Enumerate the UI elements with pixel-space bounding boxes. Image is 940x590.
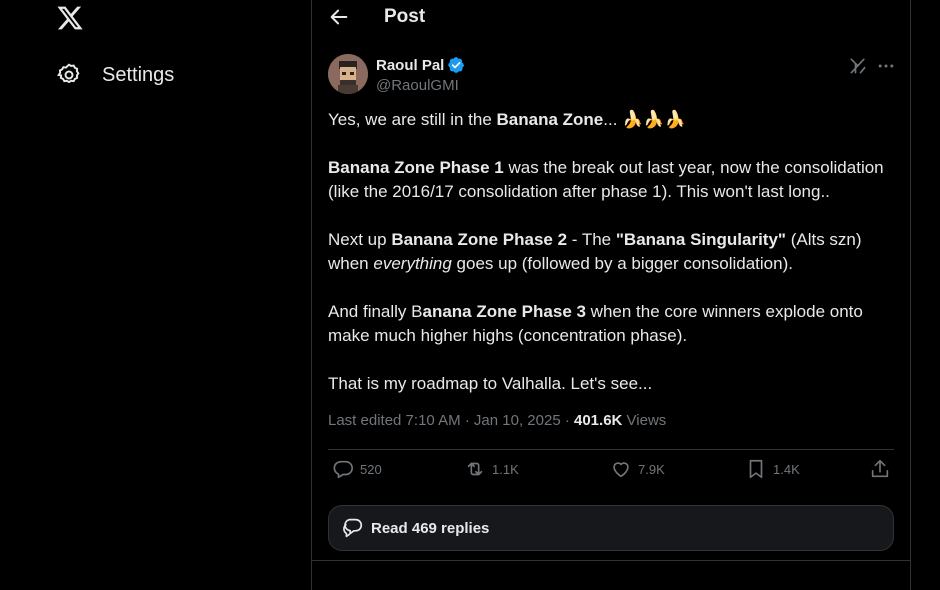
tweet-text-run: Yes, we are still in the xyxy=(328,110,497,129)
grok-icon[interactable] xyxy=(848,56,868,76)
like-button[interactable]: 7.9K xyxy=(610,458,665,480)
author-name[interactable]: Raoul Pal xyxy=(376,56,465,74)
tweet-paragraph: Yes, we are still in the Banana Zone... … xyxy=(328,108,896,132)
gear-icon xyxy=(57,63,80,84)
replies-bubble-icon xyxy=(343,518,363,538)
views-count: 401.6K xyxy=(574,412,623,429)
tweet-text-run: Banana Zone xyxy=(496,110,604,129)
tweet-text-run: That is my roadmap to Valhalla. Let's se… xyxy=(328,374,653,393)
tweet-paragraph: That is my roadmap to Valhalla. Let's se… xyxy=(328,372,896,396)
like-icon xyxy=(613,462,629,478)
reply-icon xyxy=(333,460,353,479)
verified-badge-icon xyxy=(448,57,465,73)
read-replies-label: Read 469 replies xyxy=(371,519,490,537)
tweet-text-run: goes up (followed by a bigger consolidat… xyxy=(451,254,793,273)
page-title: Post xyxy=(384,6,426,27)
tweet-text-run: Banana Zone Phase 2 xyxy=(391,230,568,249)
views-label: Views xyxy=(622,412,667,429)
left-sidebar: Settings xyxy=(0,0,311,590)
tweet-meta: Last edited 7:10 AM · Jan 10, 2025 · 401… xyxy=(328,412,666,429)
tweet-text-run: - The xyxy=(567,230,616,249)
tweet-text-run: anana Zone Phase 3 xyxy=(422,302,586,321)
share-button[interactable] xyxy=(869,458,897,480)
tweet-text-run: ... 🍌🍌🍌 xyxy=(603,110,686,129)
share-icon xyxy=(871,459,889,478)
repost-icon xyxy=(467,462,483,476)
read-replies-button[interactable]: Read 469 replies xyxy=(328,505,894,551)
author-name-text: Raoul Pal xyxy=(376,56,445,74)
tweet-paragraph: Next up Banana Zone Phase 2 - The "Banan… xyxy=(328,228,896,276)
tweet-text: Yes, we are still in the Banana Zone... … xyxy=(328,108,896,396)
repost-button[interactable]: 1.1K xyxy=(464,458,519,480)
like-count: 7.9K xyxy=(638,461,665,477)
bookmark-icon xyxy=(749,459,763,479)
reply-button[interactable]: 520 xyxy=(332,458,382,480)
bookmark-count: 1.4K xyxy=(773,461,800,477)
reply-count: 520 xyxy=(360,461,382,477)
author-handle[interactable]: @RaoulGMI xyxy=(376,77,459,94)
tweet-paragraph: Banana Zone Phase 1 was the break out la… xyxy=(328,156,896,204)
more-icon[interactable] xyxy=(876,56,896,76)
tweet-text-run: Banana Zone Phase 1 xyxy=(328,158,504,177)
repost-count: 1.1K xyxy=(492,461,519,477)
settings-label: Settings xyxy=(102,63,175,86)
avatar-image xyxy=(328,54,368,94)
tweet-text-run: "Banana Singularity" xyxy=(615,230,786,249)
back-arrow-icon[interactable] xyxy=(328,6,350,28)
edited-timestamp[interactable]: Last edited 7:10 AM · Jan 10, 2025 · xyxy=(328,412,574,429)
divider xyxy=(328,449,894,450)
bookmark-button[interactable]: 1.4K xyxy=(745,458,800,480)
avatar[interactable] xyxy=(328,54,368,94)
nav-settings[interactable]: Settings xyxy=(56,62,174,88)
tweet-paragraph: And finally Banana Zone Phase 3 when the… xyxy=(328,300,896,348)
tweet-text-run: Next up xyxy=(328,230,392,249)
tweet-text-run: everything xyxy=(373,254,452,273)
divider xyxy=(312,560,910,561)
x-logo-icon[interactable] xyxy=(56,4,84,32)
post-header: Post xyxy=(312,0,910,34)
tweet-text-run: And finally B xyxy=(328,302,423,321)
post-column: Post Raoul Pal @RaoulGMI Yes, we are sti… xyxy=(311,0,911,590)
action-bar: 520 1.1K 7.9K 1.4K xyxy=(328,458,894,490)
